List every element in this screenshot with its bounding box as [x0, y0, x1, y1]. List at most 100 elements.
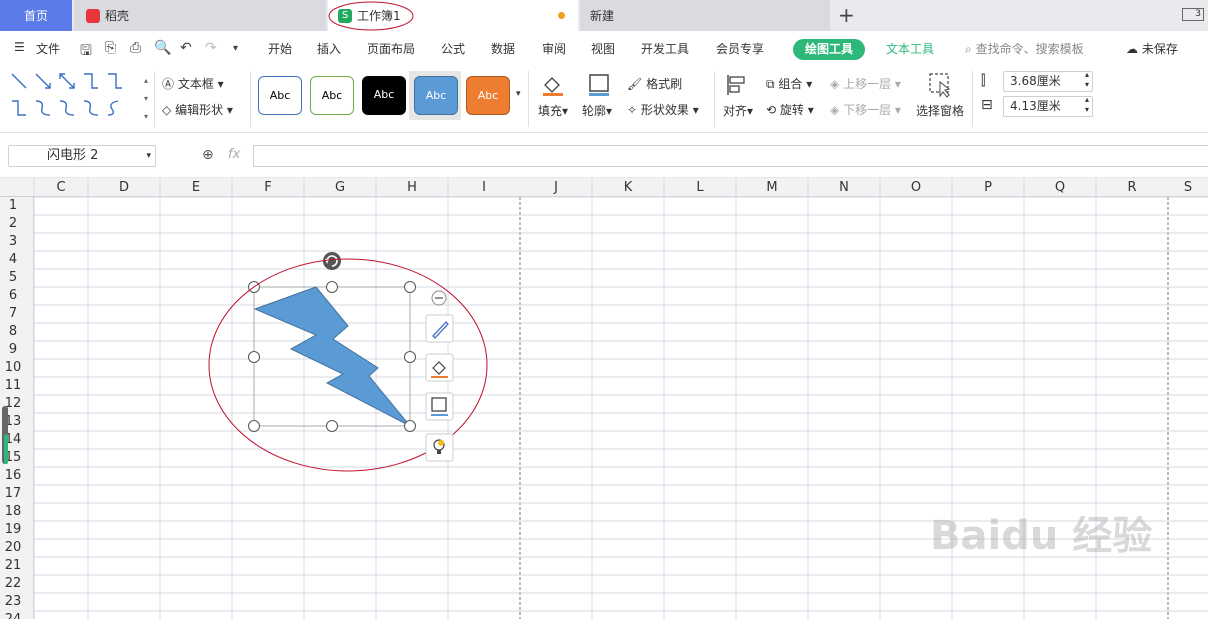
arrow-line-icon[interactable] — [35, 73, 51, 89]
fill-label: 填充 — [538, 104, 563, 118]
save-icon[interactable]: 🖫 — [80, 40, 92, 64]
line-shape-icon[interactable] — [11, 73, 27, 89]
rotate-handle-icon[interactable] — [323, 252, 341, 270]
menu-insert[interactable]: 插入 — [317, 40, 341, 57]
tab-workbook[interactable]: S 工作簿1 — [328, 0, 578, 31]
spreadsheet-logo-icon: S — [338, 8, 352, 23]
float-style-button[interactable] — [425, 314, 454, 343]
gallery-up-icon[interactable]: ▴ — [144, 76, 148, 85]
ribbon-separator — [250, 71, 251, 127]
baidu-watermark-logo: Baidu 经验 jingyan.baidu.com — [930, 516, 1160, 556]
resize-handle-bottom-left[interactable] — [248, 420, 260, 432]
curved-double-arrow-icon[interactable] — [83, 100, 99, 116]
menu-member[interactable]: 会员专享 — [716, 40, 764, 57]
shape-effect-button[interactable]: ✧ 形状效果 ▾ — [627, 101, 699, 118]
spreadsheet-grid[interactable]: CDEFGHIJKLMNOPQRS 1 2 3 4 5 6 7 8 9 10 11 12 13 14 15 1… — [0, 178, 1208, 619]
tab-bar: 首页 稻壳 S 工作簿1 新建 + 3 — [0, 0, 1208, 31]
quick-access-chevron-icon[interactable]: ▾ — [233, 43, 238, 54]
zoom-search-icon[interactable]: ⊕ — [202, 147, 214, 163]
menu-developer[interactable]: 开发工具 — [641, 40, 689, 57]
command-search[interactable]: ⌕ 查找命令、搜索模板 — [965, 40, 1084, 57]
elbow-connector-icon[interactable] — [84, 73, 98, 89]
textbox-button[interactable]: Ⓐ 文本框 ▾ — [162, 75, 224, 92]
float-effect-button[interactable] — [425, 433, 454, 462]
print-icon[interactable]: ⎙ — [130, 40, 141, 56]
rotate-button[interactable]: ⟲ 旋转 ▾ — [766, 101, 814, 118]
group-button[interactable]: ⧉ 组合 ▾ — [766, 75, 812, 92]
gallery-more-icon[interactable]: ▾ — [144, 112, 148, 121]
menu-formula[interactable]: 公式 — [441, 40, 465, 57]
gallery-down-icon[interactable]: ▾ — [144, 94, 148, 103]
scroll-highlight — [4, 434, 8, 464]
edit-shape-icon: ◇ — [162, 103, 172, 117]
line-shape-gallery[interactable]: ▴ ▾ ▾ — [8, 71, 152, 123]
shape-height-value: 3.68厘米 — [1010, 74, 1061, 88]
window-count: 3 — [1195, 9, 1201, 19]
rotate-label: 旋转 — [779, 103, 804, 117]
redo-icon[interactable]: ↷ — [205, 40, 217, 56]
height-stepper-icon[interactable]: ▴ ▾ — [1085, 70, 1089, 90]
float-fill-button[interactable] — [425, 353, 454, 382]
name-box-value: 闪电形 2 — [47, 148, 99, 163]
group-icon: ⧉ — [766, 77, 775, 91]
send-backward-button[interactable]: ◈ 下移一层 ▾ — [830, 101, 901, 118]
menu-view[interactable]: 视图 — [591, 40, 615, 57]
shape-height-input[interactable]: 3.68厘米 ▴ ▾ — [1003, 70, 1093, 92]
edit-shape-button[interactable]: ◇ 编辑形状 ▾ — [162, 101, 233, 118]
resize-handle-bottom-right[interactable] — [404, 420, 416, 432]
shape-style-orange-fill[interactable]: Abc — [466, 76, 510, 115]
shape-style-black-fill[interactable]: Abc — [362, 76, 406, 115]
double-arrow-line-icon[interactable] — [59, 73, 75, 89]
name-box[interactable]: 闪电形 2 ▾ — [8, 145, 156, 167]
formula-input[interactable] — [253, 145, 1208, 167]
shape-style-blue-outline[interactable]: Abc — [258, 76, 302, 115]
align-button[interactable]: 对齐▾ — [723, 102, 753, 119]
menu-data[interactable]: 数据 — [491, 40, 515, 57]
style-gallery-more-icon[interactable]: ▾ — [516, 89, 521, 99]
collapse-float-toolbar-icon[interactable] — [431, 290, 447, 306]
edit-shape-label: 编辑形状 — [175, 103, 224, 117]
freeform-curve-icon[interactable] — [107, 100, 119, 116]
menu-home[interactable]: 开始 — [268, 40, 292, 57]
fx-icon[interactable]: fx — [228, 147, 240, 162]
print-preview-icon[interactable]: 🔍 — [154, 40, 171, 56]
resize-handle-top[interactable] — [326, 281, 338, 293]
tab-docer[interactable]: 稻壳 — [74, 0, 326, 31]
resize-handle-bottom[interactable] — [326, 420, 338, 432]
bring-forward-button[interactable]: ◈ 上移一层 ▾ — [830, 75, 901, 92]
width-stepper-icon[interactable]: ▴ ▾ — [1085, 95, 1089, 115]
elbow-double-arrow-icon[interactable] — [12, 100, 26, 116]
menu-file[interactable]: 文件 — [36, 40, 60, 57]
unsaved-status[interactable]: ☁ 未保存 — [1126, 40, 1178, 57]
lightning-bolt-shape[interactable] — [253, 286, 411, 427]
resize-handle-top-right[interactable] — [404, 281, 416, 293]
format-painter-button[interactable]: 🖌 格式刷 — [627, 75, 682, 92]
hamburger-icon[interactable]: ☰ — [14, 40, 25, 54]
menu-text-tools[interactable]: 文本工具 — [886, 40, 934, 57]
shape-style-blue-fill[interactable]: Abc — [414, 76, 458, 115]
curved-connector-icon[interactable] — [35, 100, 51, 116]
menu-drawing-tools[interactable]: 绘图工具 — [793, 39, 865, 60]
tab-home[interactable]: 首页 — [0, 0, 72, 31]
export-pdf-icon[interactable]: ⎘ — [105, 40, 116, 56]
float-outline-button[interactable] — [425, 392, 454, 421]
outline-button[interactable]: 轮廓▾ — [582, 102, 612, 119]
shape-style-green-outline[interactable]: Abc — [310, 76, 354, 115]
window-switch-icon[interactable]: 3 — [1182, 8, 1204, 21]
resize-handle-left[interactable] — [248, 351, 260, 363]
curved-arrow-connector-icon[interactable] — [59, 100, 75, 116]
elbow-arrow-connector-icon[interactable] — [108, 73, 122, 89]
menu-page-layout[interactable]: 页面布局 — [367, 40, 415, 57]
tab-new[interactable]: 新建 — [580, 0, 830, 31]
new-tab-plus-icon[interactable]: + — [838, 3, 855, 27]
format-painter-label: 格式刷 — [646, 77, 683, 91]
menu-review[interactable]: 审阅 — [542, 40, 566, 57]
fill-button[interactable]: 填充▾ — [538, 102, 568, 119]
shape-width-input[interactable]: 4.13厘米 ▴ ▾ — [1003, 95, 1093, 117]
name-box-dropdown-icon[interactable]: ▾ — [146, 146, 151, 166]
cloud-icon: ☁ — [1126, 42, 1138, 56]
undo-icon[interactable]: ↶ — [180, 40, 192, 56]
resize-handle-right[interactable] — [404, 351, 416, 363]
send-backward-icon: ◈ — [830, 103, 840, 117]
selection-pane-button[interactable]: 选择窗格 — [916, 102, 964, 119]
